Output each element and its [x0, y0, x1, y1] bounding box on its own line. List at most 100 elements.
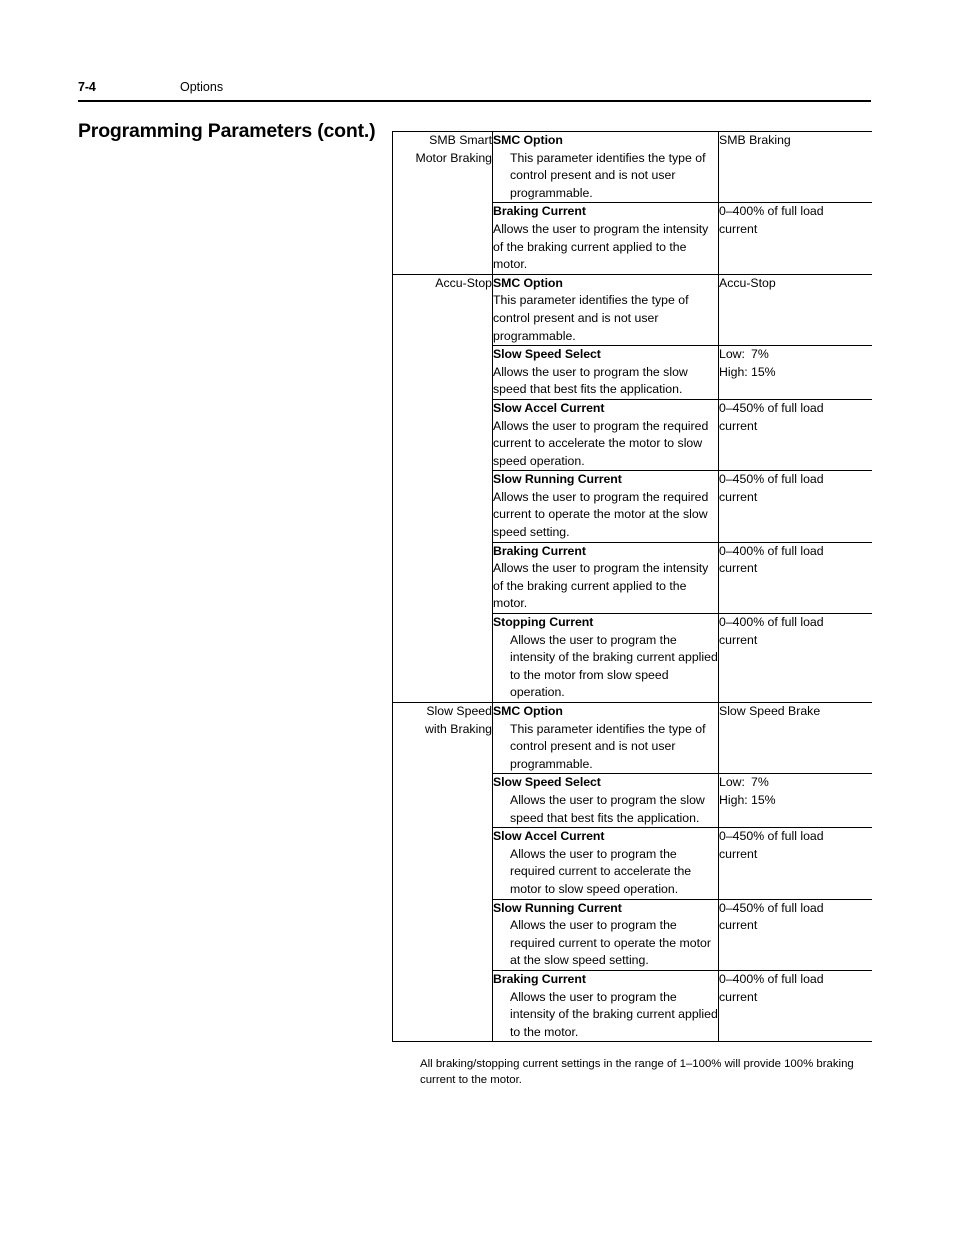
value-line: 0–400% of full load [719, 543, 824, 558]
parameter-name: Braking Current [493, 543, 586, 558]
value-line: current [719, 221, 758, 236]
header-section-name: Options [180, 80, 224, 94]
value-number: 15% [751, 792, 776, 807]
parameter-name: Slow Speed Select [493, 775, 601, 790]
parameter-description: This parameter identifies the type of co… [493, 293, 689, 343]
value-key: Low: [719, 347, 745, 362]
parameter-cell: Slow Accel Current Allows the user to pro… [492, 398, 719, 471]
value-key-pair: High: 15% [719, 364, 872, 382]
page-title: Programming Parameters (cont.) [78, 120, 376, 143]
value-line: Slow Speed Brake [719, 704, 821, 718]
parameter-description: Allows the user to program the required … [493, 418, 709, 468]
group-label-line: SMB Smart [429, 133, 492, 147]
parameter-cell: Slow Running Current Allows the user to p… [492, 898, 719, 971]
parameter-description: Allows the user to program the slow spee… [510, 792, 705, 825]
value-line: 0–450% of full load [719, 900, 824, 915]
parameter-cell: SMC Option This parameter identifies the … [492, 131, 719, 203]
parameter-cell: Braking Current Allows the user to progra… [492, 541, 719, 614]
value-line: 0–450% of full load [719, 400, 824, 415]
group-label-cell: Slow Speed with Braking [392, 701, 493, 1042]
parameter-description: This parameter identifies the type of co… [510, 721, 706, 771]
parameter-name: Slow Accel Current [493, 829, 605, 844]
parameter-name: Slow Accel Current [493, 400, 605, 415]
parameter-cell: SMC Option This parameter identifies the … [492, 701, 719, 774]
value-line: 0–400% of full load [719, 204, 824, 219]
value-line: current [719, 632, 758, 647]
group-label-line: with Braking [425, 721, 492, 736]
parameter-name: Slow Speed Select [493, 347, 601, 362]
group-label-line: Accu-Stop [435, 275, 492, 290]
value-line: current [719, 489, 758, 504]
parameter-value-cell: 0–400% of full load current [718, 969, 872, 1042]
value-number: 15% [751, 364, 776, 379]
parameter-description: This parameter identifies the type of co… [510, 150, 706, 200]
group-label-cell: Accu-Stop [392, 273, 493, 703]
table-row: Slow Speed with Braking SMC Option This par… [392, 701, 872, 1042]
programming-parameters-table: SMB Smart Motor Braking SMC Option This par… [392, 131, 872, 1043]
group-label-cell: SMB Smart Motor Braking [392, 131, 493, 275]
parameter-name: SMC Option [493, 275, 563, 290]
parameter-value-cell: Low: 7% High: 15% [718, 773, 872, 828]
parameter-value-cell: 0–400% of full load current [718, 613, 872, 703]
value-line: current [719, 561, 758, 576]
table-row: SMB Smart Motor Braking SMC Option This par… [392, 131, 872, 275]
table-row: Accu-Stop SMC Option This parameter identi… [392, 273, 872, 703]
parameter-description: Allows the user to program the required … [510, 918, 711, 968]
value-line: current [719, 918, 758, 933]
parameter-cell: Slow Accel Current Allows the user to pro… [492, 827, 719, 900]
parameter-description: Allows the user to program the slow spee… [493, 364, 688, 397]
parameter-description: Allows the user to program the required … [493, 489, 709, 540]
value-line: current [719, 418, 758, 433]
parameter-name: Braking Current [493, 204, 586, 219]
parameter-description: Allows the user to program the intensity… [510, 989, 718, 1039]
document-page: 7-4 Options Programming Parameters (cont… [0, 0, 954, 1235]
table-footnote: All braking/stopping current settings in… [420, 1058, 854, 1086]
parameter-value-cell: 0–450% of full load current [718, 398, 872, 471]
parameter-name: Stopping Current [493, 615, 594, 630]
parameter-cell: Slow Running Current Allows the user to p… [492, 470, 719, 543]
parameter-name: SMC Option [493, 133, 563, 147]
parameter-name: Slow Running Current [493, 472, 622, 487]
value-line: SMB Braking [719, 133, 791, 147]
parameter-description: Allows the user to program the intensity… [493, 561, 709, 611]
value-key-pair: Low: 7% [719, 774, 872, 792]
value-key: Low: [719, 775, 745, 790]
parameter-value-cell: Accu-Stop [718, 273, 872, 346]
value-number: 7% [751, 347, 769, 362]
parameter-name: Slow Running Current [493, 900, 622, 915]
page-number: 7-4 [78, 80, 96, 94]
value-key-pair: Low: 7% [719, 346, 872, 364]
value-key: High: [719, 792, 748, 807]
parameter-value-cell: 0–400% of full load current [718, 202, 872, 275]
parameter-value-cell: SMB Braking [719, 132, 872, 203]
parameter-cell: Slow Speed Select Allows the user to prog… [492, 345, 719, 400]
group-label-line: Slow Speed [426, 704, 492, 718]
parameter-value-cell: Slow Speed Brake [718, 701, 872, 774]
value-line: 0–400% of full load [719, 971, 824, 986]
group-label-line: Motor Braking [415, 150, 492, 165]
parameter-name: SMC Option [493, 704, 563, 718]
parameter-name: Braking Current [493, 971, 586, 986]
parameter-cell: Braking Current Allows the user to progra… [492, 969, 719, 1042]
value-key-pair: High: 15% [719, 792, 872, 810]
value-line: 0–400% of full load [719, 615, 824, 630]
parameter-description: Allows the user to program the intensity… [510, 632, 718, 700]
parameter-value-cell: 0–450% of full load current [718, 827, 872, 900]
value-line: 0–450% of full load [719, 472, 824, 487]
parameter-cell: Stopping Current Allows the user to progr… [492, 613, 719, 703]
table-body: SMB Smart Motor Braking SMC Option This par… [392, 131, 872, 1042]
programming-parameters-table-container: SMB Smart Motor Braking SMC Option This par… [392, 131, 872, 1043]
parameter-cell: SMC Option This parameter identifies the … [492, 273, 719, 346]
value-line: current [719, 989, 758, 1004]
value-line: Accu-Stop [719, 275, 776, 290]
parameter-value-cell: 0–400% of full load current [718, 541, 872, 614]
parameter-cell: Slow Speed Select Allows the user to prog… [492, 773, 719, 828]
parameter-value-cell: Low: 7% High: 15% [718, 345, 872, 400]
value-line: 0–450% of full load [719, 829, 824, 844]
header-divider [78, 100, 871, 102]
value-key: High: [719, 364, 748, 379]
value-number: 7% [751, 775, 769, 790]
parameter-value-cell: 0–450% of full load current [718, 898, 872, 971]
parameter-cell: Braking Current Allows the user to progra… [492, 202, 719, 275]
parameter-value-cell: 0–450% of full load current [718, 470, 872, 543]
